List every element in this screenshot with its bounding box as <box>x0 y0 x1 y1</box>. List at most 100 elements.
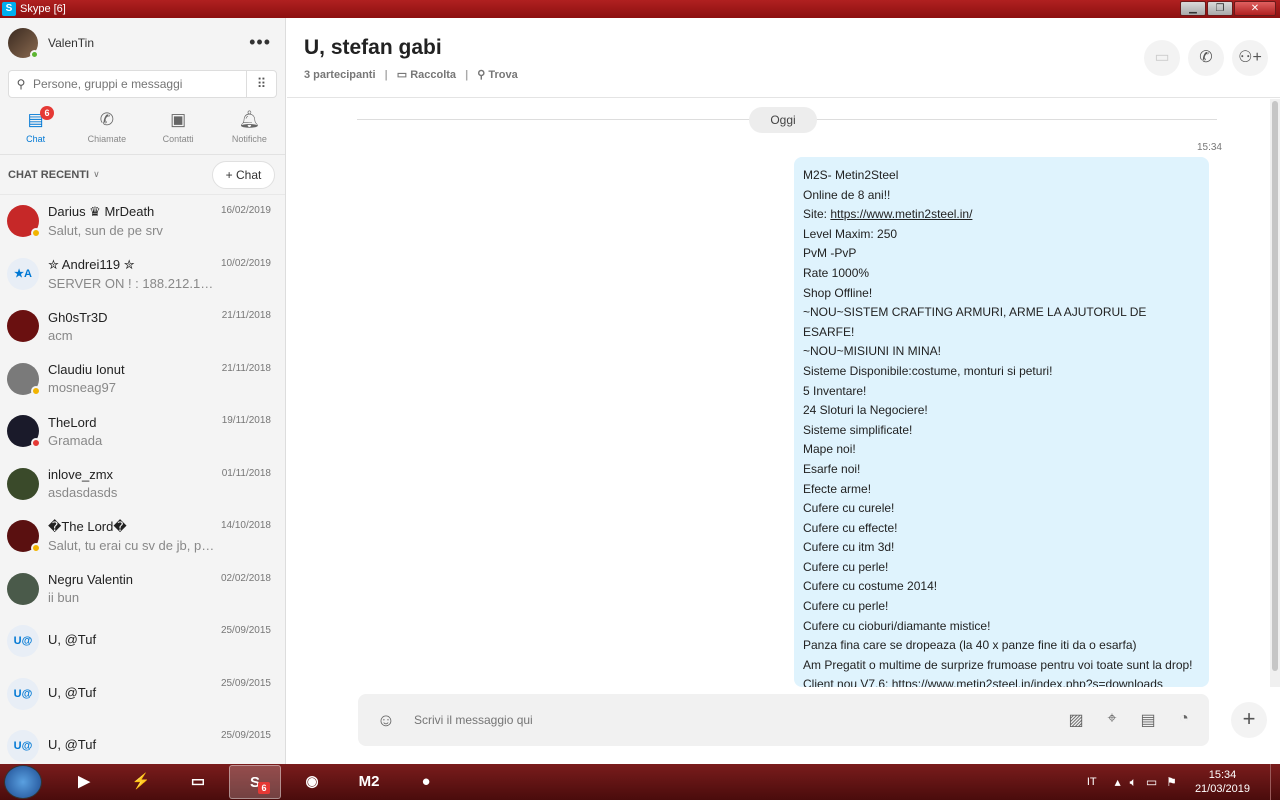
location-icon[interactable]: ⌖ <box>1101 710 1123 730</box>
message-area: Oggi 15:34 M2S- Metin2Steel Online de 8 a… <box>287 99 1280 687</box>
message-line: Client nou V7.6: https://www.metin2steel… <box>803 675 1200 687</box>
chat-list-item[interactable]: Negru Valentin ii bun 02/02/2018 <box>0 563 285 616</box>
chat-name: U, @Tuf <box>48 684 97 700</box>
chat-date: 25/09/2015 <box>220 625 271 636</box>
image-icon[interactable]: ▨ <box>1065 710 1087 730</box>
file-explorer-icon[interactable]: ▭ <box>172 765 224 799</box>
clock[interactable]: 15:34 21/03/2019 <box>1195 768 1250 796</box>
gallery-link[interactable]: Raccolta <box>410 69 456 81</box>
chat-preview: SERVER ON ! : 188.212.100.... <box>48 275 218 291</box>
search-icon: ⚲ <box>16 77 26 91</box>
chat-list-item[interactable]: �The Lord� Salut, tu erai cu sv de jb, pa… <box>0 510 285 563</box>
system-tray: IT ▴ 🔈︎ ▭ ⚑ 15:34 21/03/2019 <box>1087 764 1280 800</box>
chat-text: TheLord Gramada <box>48 415 218 448</box>
chat-preview: ii bun <box>48 590 80 606</box>
chat-list-item[interactable]: inlove_zmx asdasdasds 01/11/2018 <box>0 458 285 511</box>
recent-chats-label[interactable]: CHAT RECENTI <box>8 169 89 181</box>
flag-icon[interactable]: ⚑ <box>1166 775 1177 790</box>
volume-icon[interactable]: 🔈︎ <box>1130 775 1137 790</box>
chevron-down-icon[interactable]: ∨ <box>93 169 100 180</box>
add-content-button[interactable]: + <box>1231 702 1267 738</box>
chat-date: 21/11/2018 <box>221 362 271 374</box>
message-link[interactable]: https://www.metin2steel.in/ <box>830 207 972 221</box>
chat-list-item[interactable]: TheLord Gramada 19/11/2018 <box>0 405 285 458</box>
tray-up-icon[interactable]: ▴ <box>1115 775 1121 790</box>
avatar: ★A <box>7 257 39 290</box>
divider: | <box>384 69 388 81</box>
contacts-icon: ▣ <box>170 110 187 129</box>
video-call-icon[interactable]: ▭ <box>1144 40 1180 76</box>
emoji-icon[interactable]: ☺ <box>358 710 414 731</box>
audio-call-icon[interactable]: ✆ <box>1188 40 1224 76</box>
avatar[interactable] <box>8 28 39 59</box>
tab-calls[interactable]: ✆ Chiamate <box>71 104 142 154</box>
message-line: Cufere cu perle! <box>803 559 889 574</box>
composer-actions: ▨ ⌖ ▤ ◔ <box>1065 710 1209 730</box>
scrollbar[interactable] <box>1270 99 1280 687</box>
close-button[interactable]: ✕ <box>1234 1 1276 16</box>
chat-name: �The Lord� <box>48 519 127 535</box>
chat-name: TheLord <box>48 414 97 430</box>
message-line: PvM -PvP <box>803 246 857 261</box>
chat-preview: Salut, sun de pe srv <box>48 223 163 239</box>
dialpad-icon[interactable]: ⠿ <box>246 71 276 97</box>
participants-link[interactable]: 3 partecipanti <box>304 69 376 81</box>
chat-list-item[interactable]: ★A ✮ Andrei119 ✮ SERVER ON ! : 188.212.100… <box>0 248 285 301</box>
search-input[interactable] <box>33 77 243 91</box>
composer: ☺ ▨ ⌖ ▤ ◔ <box>358 694 1209 746</box>
contact-card-icon[interactable]: ▤ <box>1137 710 1159 730</box>
bell-icon: 🔔︎ <box>238 110 261 129</box>
chat-list-item[interactable]: Darius ♛ MrDeath Salut, sun de pe srv 16/0… <box>0 195 285 248</box>
new-chat-button[interactable]: + Chat <box>212 161 275 189</box>
message-line: Am Pregatit o multime de surprize frumoa… <box>803 657 1193 672</box>
chat-list-item[interactable]: Claudiu Ionut mosneag97 21/11/2018 <box>0 353 285 406</box>
chat-name: Claudiu Ionut <box>48 362 125 378</box>
media-player-icon[interactable]: ▶ <box>58 765 110 799</box>
poll-icon[interactable]: ◔ <box>1173 710 1195 730</box>
start-button[interactable] <box>4 765 42 799</box>
recorder-icon[interactable]: ● <box>400 765 452 799</box>
message-line: Shop Offline! <box>803 285 873 300</box>
message-link[interactable]: https://www.metin2steel.in/index.php?s=d… <box>892 677 1163 687</box>
chat-preview: mosneag97 <box>48 380 116 396</box>
chat-list-item[interactable]: U@ U, @Tuf 25/09/2015 <box>0 668 285 721</box>
taskbar-skype-button[interactable]: S6 <box>229 765 281 799</box>
firefox-icon[interactable]: ◉ <box>286 765 338 799</box>
message-time: 15:34 <box>1196 142 1222 153</box>
metin2-icon[interactable]: M2 <box>343 765 395 799</box>
tab-chat[interactable]: ▤ 6 Chat <box>0 104 71 154</box>
conversation-title[interactable]: U, stefan gabi <box>304 36 1280 60</box>
chat-list-item[interactable]: U@ U, @Tuf 25/09/2015 <box>0 720 285 764</box>
message-line: Cufere cu costume 2014! <box>803 579 938 594</box>
search-box: ⚲ ⠿ <box>8 70 277 98</box>
scrollbar-thumb[interactable] <box>1272 101 1278 671</box>
chat-list-item[interactable]: U@ U, @Tuf 25/09/2015 <box>0 615 285 668</box>
network-icon[interactable]: ▭ <box>1146 775 1157 790</box>
maximize-button[interactable]: ❐ <box>1207 1 1233 16</box>
app-icon[interactable]: ⚡ <box>115 765 167 799</box>
tray-icons: ▴ 🔈︎ ▭ ⚑ <box>1115 775 1177 790</box>
chat-name: U, @Tuf <box>48 632 97 648</box>
more-options-icon[interactable]: ••• <box>249 32 271 53</box>
chat-text: ✮ Andrei119 ✮ SERVER ON ! : 188.212.100..… <box>48 257 218 291</box>
chat-date: 14/10/2018 <box>220 520 271 531</box>
message-bubble[interactable]: M2S- Metin2Steel Online de 8 ani!! Site: h… <box>794 157 1209 687</box>
chat-text: �The Lord� Salut, tu erai cu sv de jb, pa… <box>48 519 218 553</box>
tab-notifications[interactable]: 🔔︎ Notifiche <box>214 104 285 154</box>
message-line: Sisteme simplificate! <box>803 422 913 437</box>
message-input[interactable] <box>414 713 1034 727</box>
window-controls: ▁ ❐ ✕ <box>1180 1 1276 16</box>
message-line: Mape noi! <box>803 442 856 457</box>
show-desktop-button[interactable] <box>1270 764 1280 800</box>
chat-name: ✮ Andrei119 ✮ <box>48 256 135 272</box>
chat-list-item[interactable]: Gh0sTr3D acm 21/11/2018 <box>0 300 285 353</box>
language-indicator[interactable]: IT <box>1087 776 1097 788</box>
profile-name[interactable]: ValenTin <box>48 36 94 50</box>
find-link[interactable]: Trova <box>488 69 517 81</box>
add-person-icon[interactable]: ⚇+ <box>1232 40 1268 76</box>
day-label: Oggi <box>749 107 817 133</box>
tab-contacts[interactable]: ▣ Contatti <box>143 104 214 154</box>
minimize-button[interactable]: ▁ <box>1180 1 1206 16</box>
chat-preview: Gramada <box>48 432 103 448</box>
message-line: ~NOU~MISIUNI IN MINA! <box>803 344 942 359</box>
